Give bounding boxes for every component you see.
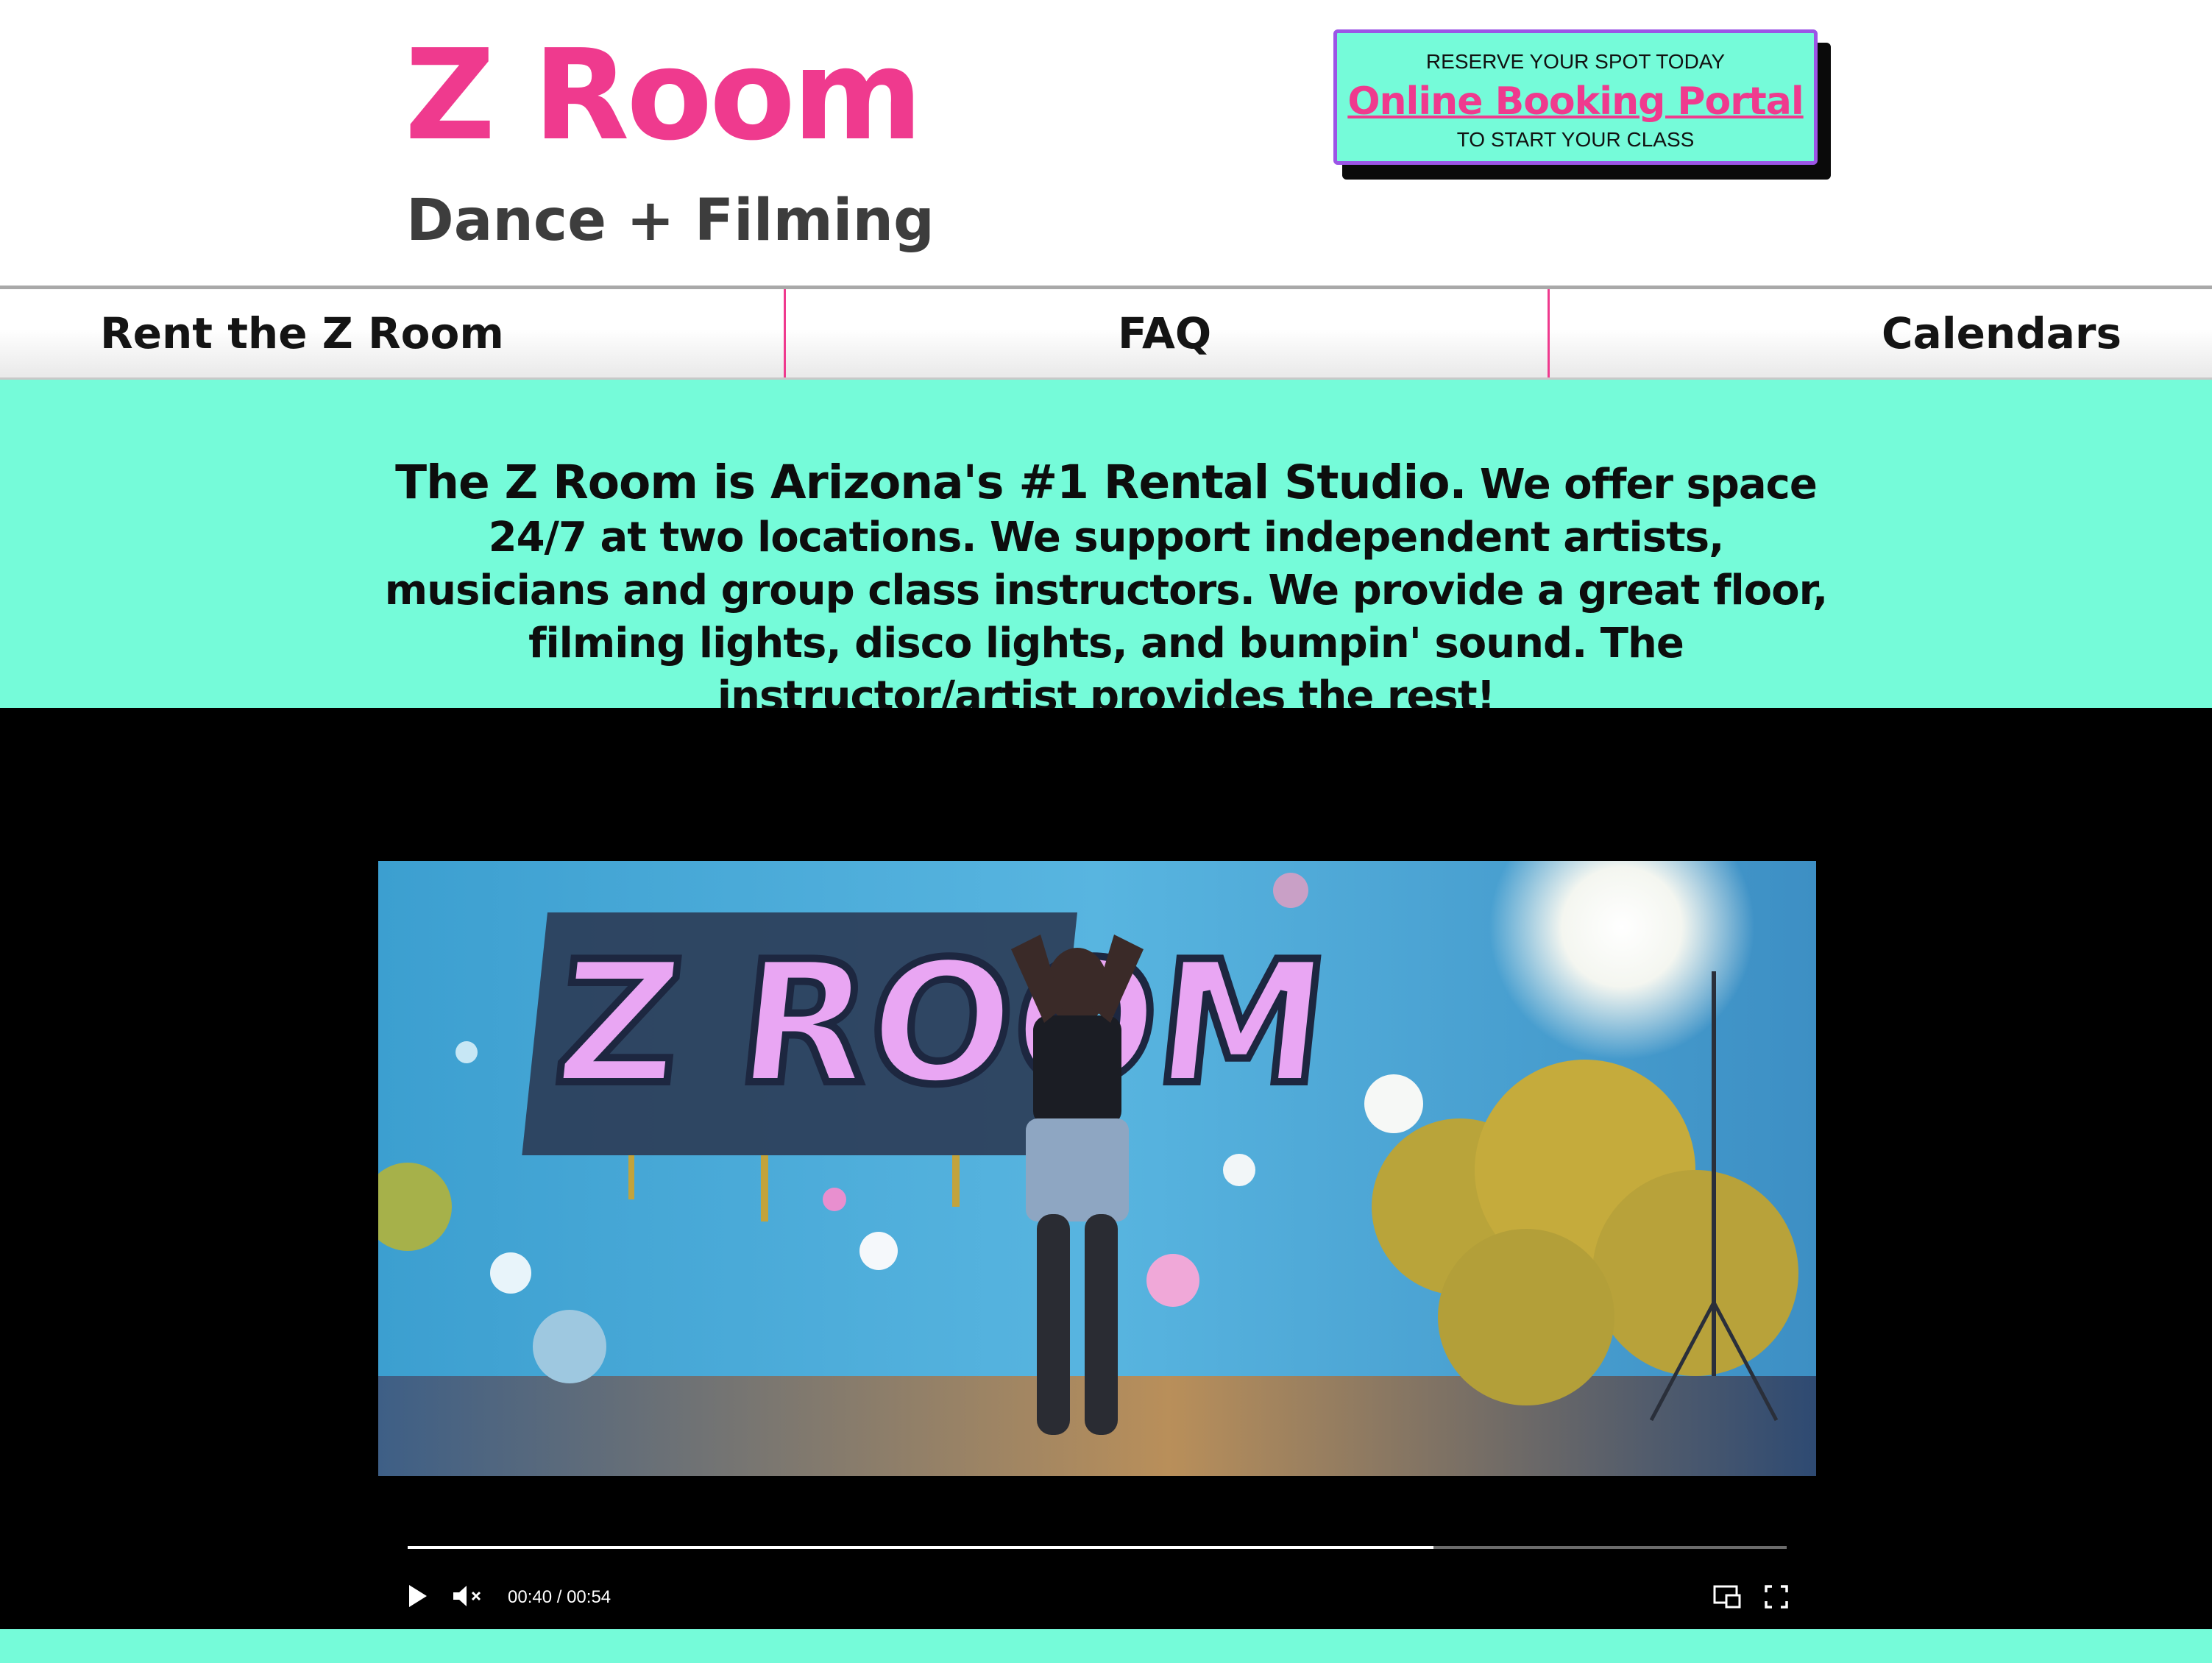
nav-divider [784,289,786,377]
booking-cta-bottom-text: TO START YOUR CLASS [1456,128,1695,151]
video-player[interactable]: Z ROOM [378,861,1816,1476]
bottom-band [0,1629,2212,1663]
wall-sign-text: Z ROOM [547,926,1336,1122]
video-progress-fill [408,1546,1434,1549]
booking-cta-box: RESERVE YOUR SPOT TODAY Online Booking P… [1333,29,1818,165]
main-nav: Rent the Z Room FAQ Calendars [0,286,2212,380]
intro-paragraph: The Z Room is Arizona's #1 Rental Studio… [383,456,1829,723]
online-booking-portal-link[interactable]: Online Booking Portal [1347,79,1804,124]
intro-lead: The Z Room is Arizona's #1 Rental Studio… [395,455,1467,509]
video-section: Z ROOM 00:40 / 00:54 [0,708,2212,1629]
muted-speaker-icon[interactable] [452,1584,484,1611]
video-frame-image: Z ROOM [378,861,1816,1476]
nav-item-rent-the-z-room[interactable]: Rent the Z Room [100,289,504,377]
nav-item-calendars[interactable]: Calendars [1882,289,2121,377]
video-time-separator: / [552,1587,567,1607]
video-time: 00:40 / 00:54 [508,1586,611,1609]
play-icon[interactable] [406,1584,428,1611]
picture-in-picture-icon[interactable] [1713,1585,1741,1611]
video-duration: 00:54 [567,1587,612,1607]
booking-cta-top-text: RESERVE YOUR SPOT TODAY [1425,50,1726,73]
video-current-time: 00:40 [508,1587,553,1607]
brand-subtitle: Dance + Filming [406,188,935,254]
fullscreen-icon[interactable] [1765,1585,1788,1611]
intro-section: The Z Room is Arizona's #1 Rental Studio… [0,380,2212,720]
video-progress-track[interactable] [408,1546,1787,1549]
nav-item-faq[interactable]: FAQ [1118,289,1211,377]
brand-title[interactable]: Z Room [405,22,923,169]
nav-divider [1548,289,1550,377]
site-header: Z Room Dance + Filming RESERVE YOUR SPOT… [0,0,2212,287]
